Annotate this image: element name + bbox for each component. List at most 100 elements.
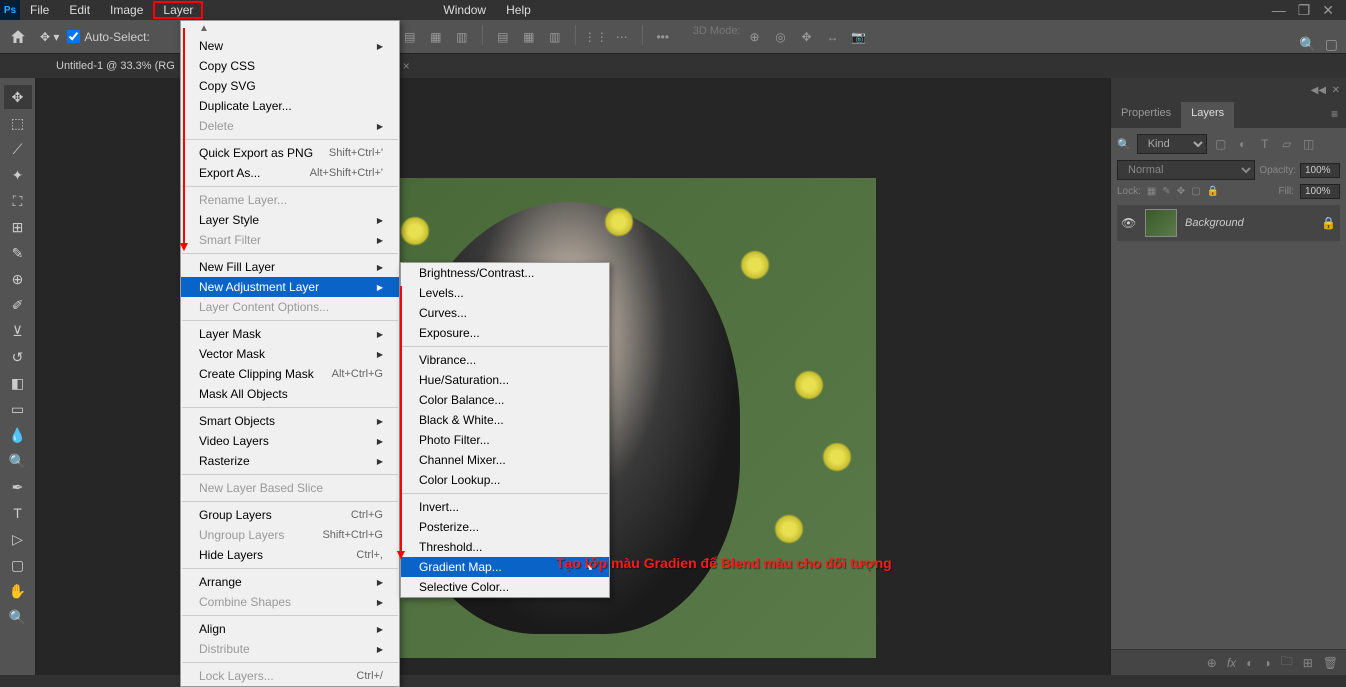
3d-pan-icon[interactable]: ✥ (795, 25, 819, 49)
eraser-tool[interactable]: ◧ (4, 371, 32, 395)
fill-input[interactable] (1300, 184, 1340, 199)
layer-lock-icon[interactable]: 🔒 (1321, 216, 1336, 230)
adjustment-item-0[interactable]: Brightness/Contrast... (401, 263, 609, 283)
lock-paint-icon[interactable]: ✎ (1162, 186, 1170, 197)
layer-menu-item-17[interactable]: Layer Mask (181, 324, 399, 344)
layer-filter-kind[interactable]: Kind (1137, 134, 1207, 154)
3d-roll-icon[interactable]: ◎ (769, 25, 793, 49)
panel-menu-icon[interactable]: ≡ (1323, 102, 1346, 128)
align-right-icon[interactable]: ▥ (450, 25, 474, 49)
crop-tool[interactable]: ⛶ (4, 189, 32, 213)
3d-slide-icon[interactable]: ↔ (821, 25, 845, 49)
move-tool[interactable]: ✥ (4, 85, 32, 109)
adjustment-item-3[interactable]: Exposure... (401, 323, 609, 343)
layer-menu-item-19[interactable]: Create Clipping MaskAlt+Ctrl+G (181, 364, 399, 384)
layer-menu-item-35[interactable]: Align (181, 619, 399, 639)
healing-tool[interactable]: ⊕ (4, 267, 32, 291)
panel-close-icon[interactable]: ✕ (1332, 85, 1340, 96)
hand-tool[interactable]: ✋ (4, 579, 32, 603)
adjustment-icon[interactable]: ◑ (1263, 656, 1270, 670)
lasso-tool[interactable]: ⟋ (4, 137, 32, 161)
gradient-tool[interactable]: ▭ (4, 397, 32, 421)
filter-type-icon[interactable]: T (1257, 136, 1273, 152)
distribute-v-icon[interactable]: ⋯ (610, 25, 634, 49)
filter-shape-icon[interactable]: ▱ (1279, 136, 1295, 152)
layer-menu-item-3[interactable]: Duplicate Layer... (181, 96, 399, 116)
layer-menu-item-1[interactable]: Copy CSS (181, 56, 399, 76)
menu-file[interactable]: File (20, 1, 59, 19)
lock-artboard-icon[interactable]: ▢ (1191, 186, 1200, 197)
3d-orbit-icon[interactable]: ⊕ (743, 25, 767, 49)
zoom-tool[interactable]: 🔍 (4, 605, 32, 629)
blur-tool[interactable]: 💧 (4, 423, 32, 447)
align-top-icon[interactable]: ▤ (491, 25, 515, 49)
layer-menu-item-20[interactable]: Mask All Objects (181, 384, 399, 404)
layer-menu-item-0[interactable]: New (181, 36, 399, 56)
layer-menu-item-14[interactable]: New Adjustment Layer (181, 277, 399, 297)
marquee-tool[interactable]: ⬚ (4, 111, 32, 135)
layer-thumbnail[interactable] (1145, 209, 1177, 237)
lock-pixels-icon[interactable]: ▦ (1147, 186, 1156, 197)
quick-select-tool[interactable]: ✦ (4, 163, 32, 187)
align-left-icon[interactable]: ▤ (398, 25, 422, 49)
layer-menu-item-6[interactable]: Quick Export as PNGShift+Ctrl+' (181, 143, 399, 163)
stamp-tool[interactable]: ⊻ (4, 319, 32, 343)
layer-menu-item-7[interactable]: Export As...Alt+Shift+Ctrl+' (181, 163, 399, 183)
layer-menu-item-13[interactable]: New Fill Layer (181, 257, 399, 277)
menu-image[interactable]: Image (100, 1, 153, 19)
maximize-icon[interactable]: ❐ (1298, 2, 1311, 19)
group-icon[interactable]: 🗀 (1281, 652, 1293, 673)
path-tool[interactable]: ▷ (4, 527, 32, 551)
dodge-tool[interactable]: 🔍 (4, 449, 32, 473)
workspace-icon[interactable]: ▢ (1325, 36, 1338, 53)
align-bottom-icon[interactable]: ▥ (543, 25, 567, 49)
filter-adjust-icon[interactable]: ◐ (1235, 136, 1251, 152)
move-tool-icon[interactable]: ✥ ▾ (40, 30, 59, 44)
menu-scroll-up[interactable]: ▲ (181, 21, 399, 36)
menu-edit[interactable]: Edit (59, 1, 100, 19)
new-layer-icon[interactable]: ⊞ (1303, 656, 1313, 670)
auto-select-checkbox[interactable]: Auto-Select: (67, 30, 149, 44)
history-brush-tool[interactable]: ↺ (4, 345, 32, 369)
align-center-h-icon[interactable]: ▦ (424, 25, 448, 49)
frame-tool[interactable]: ⊞ (4, 215, 32, 239)
adjustment-item-17[interactable]: Selective Color... (401, 577, 609, 597)
close-icon[interactable]: ✕ (1322, 2, 1334, 19)
visibility-icon[interactable]: 👁 (1121, 216, 1137, 230)
adjustment-item-9[interactable]: Photo Filter... (401, 430, 609, 450)
adjustment-item-13[interactable]: Invert... (401, 497, 609, 517)
layer-menu-item-24[interactable]: Rasterize (181, 451, 399, 471)
filter-smart-icon[interactable]: ◫ (1301, 136, 1317, 152)
fx-icon[interactable]: fx (1227, 656, 1236, 670)
adjustment-item-15[interactable]: Threshold... (401, 537, 609, 557)
layer-menu-item-30[interactable]: Hide LayersCtrl+, (181, 545, 399, 565)
layer-menu-item-22[interactable]: Smart Objects (181, 411, 399, 431)
shape-tool[interactable]: ▢ (4, 553, 32, 577)
adjustment-item-6[interactable]: Hue/Saturation... (401, 370, 609, 390)
type-tool[interactable]: T (4, 501, 32, 525)
layer-row-background[interactable]: 👁 Background 🔒 (1117, 205, 1340, 241)
trash-icon[interactable]: 🗑 (1323, 656, 1338, 670)
adjustment-item-8[interactable]: Black & White... (401, 410, 609, 430)
filter-pixel-icon[interactable]: ▢ (1213, 136, 1229, 152)
blend-mode-select[interactable]: Normal (1117, 160, 1255, 180)
lock-all-icon[interactable]: 🔒 (1207, 186, 1219, 197)
distribute-h-icon[interactable]: ⋮⋮ (584, 25, 608, 49)
menu-layer[interactable]: Layer (153, 1, 203, 19)
tab-layers[interactable]: Layers (1181, 102, 1234, 128)
home-icon[interactable] (4, 23, 32, 51)
align-center-v-icon[interactable]: ▦ (517, 25, 541, 49)
layer-menu-item-32[interactable]: Arrange (181, 572, 399, 592)
layer-menu-item-28[interactable]: Group LayersCtrl+G (181, 505, 399, 525)
adjustment-item-1[interactable]: Levels... (401, 283, 609, 303)
lock-position-icon[interactable]: ✥ (1177, 186, 1185, 197)
document-tab[interactable]: Untitled-1 @ 33.3% (RG (48, 56, 183, 76)
panel-collapse-icon[interactable]: ◀◀ (1311, 85, 1326, 96)
adjustment-item-7[interactable]: Color Balance... (401, 390, 609, 410)
eyedropper-tool[interactable]: ✎ (4, 241, 32, 265)
adjustment-item-5[interactable]: Vibrance... (401, 350, 609, 370)
menu-help[interactable]: Help (496, 1, 541, 19)
mask-icon[interactable]: ◐ (1246, 656, 1253, 670)
tab-close-icon[interactable]: × (403, 59, 410, 73)
adjustment-item-14[interactable]: Posterize... (401, 517, 609, 537)
